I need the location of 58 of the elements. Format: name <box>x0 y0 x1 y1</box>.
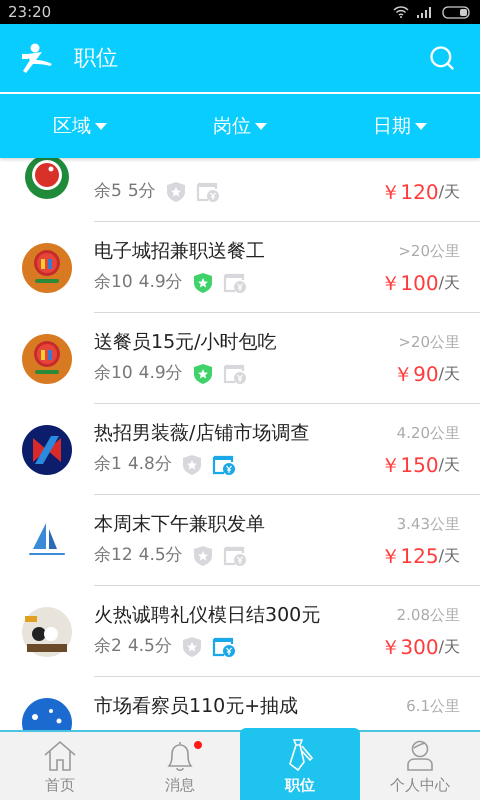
job-distance: 3.43公里 <box>396 514 460 535</box>
remaining-count: 余10 <box>94 362 133 386</box>
job-row[interactable]: 送餐员15元/小时包吃 >20公里 余10 4.9分 ￥90/天 <box>0 313 480 404</box>
price-unit: /天 <box>438 181 460 203</box>
search-button[interactable] <box>428 44 456 72</box>
job-distance: >20公里 <box>398 332 460 353</box>
status-time: 23:20 <box>8 2 52 23</box>
remaining-count: 余1 <box>94 453 122 476</box>
dropdown-caret-icon <box>95 122 107 130</box>
nav-tab[interactable]: 首页 <box>0 732 120 800</box>
nav-tab[interactable]: 个人中心 <box>360 732 480 800</box>
job-price: ￥90 <box>393 361 439 388</box>
home-icon <box>43 740 77 772</box>
header-title: 职位 <box>74 44 118 72</box>
job-rating: 4.8分 <box>128 453 172 476</box>
job-rating: 5分 <box>128 180 156 204</box>
job-title: 电子城招兼职送餐工 <box>94 238 265 264</box>
job-title: 本周末下午兼职发单 <box>94 512 265 537</box>
job-title: 送餐员15元/小时包吃 <box>94 330 277 355</box>
job-distance: 6.1公里 <box>406 696 460 717</box>
job-distance: >20公里 <box>398 240 460 262</box>
job-title: 热招男装薇/店铺市场调查 <box>94 420 310 446</box>
runner-logo-icon <box>20 42 54 74</box>
job-rating: 4.5分 <box>138 544 183 568</box>
job-rating: 4.9分 <box>138 271 183 294</box>
job-price: ￥100 <box>380 270 439 297</box>
battery-icon <box>442 6 472 18</box>
tie-icon <box>286 738 314 772</box>
job-distance: 2.08公里 <box>396 604 460 626</box>
job-row[interactable]: 余5 5分 ￥120/天 <box>0 158 480 222</box>
job-price: ￥150 <box>380 452 439 479</box>
job-price: ￥300 <box>380 634 439 661</box>
job-title: 火热诚聘礼仪模日结300元 <box>94 602 320 628</box>
dropdown-caret-icon <box>255 122 267 130</box>
job-title: 市场看察员110元+抽成 <box>94 694 298 719</box>
dropdown-caret-icon <box>415 122 427 130</box>
remaining-count: 余10 <box>94 271 133 294</box>
job-row[interactable]: 热招男装薇/店铺市场调查 4.20公里 余1 4.8分 ￥150/天 <box>0 404 480 495</box>
price-unit: /天 <box>438 454 460 476</box>
price-unit: /天 <box>438 636 460 658</box>
job-distance: 4.20公里 <box>396 422 460 444</box>
job-row[interactable]: 火热诚聘礼仪模日结300元 2.08公里 余2 4.5分 ￥300/天 <box>0 586 480 677</box>
price-unit: /天 <box>438 363 460 385</box>
job-rating: 4.5分 <box>128 635 172 658</box>
job-row[interactable]: 电子城招兼职送餐工 >20公里 余10 4.9分 ￥100/天 <box>0 222 480 313</box>
remaining-count: 余12 <box>94 544 133 568</box>
job-price: ￥120 <box>380 179 439 206</box>
remaining-count: 余5 <box>94 180 122 204</box>
price-unit: /天 <box>438 545 460 567</box>
person-icon <box>405 740 435 772</box>
price-unit: /天 <box>438 272 460 294</box>
job-row[interactable]: 本周末下午兼职发单 3.43公里 余12 4.5分 ￥125/天 <box>0 495 480 586</box>
signal-icon <box>417 6 434 18</box>
remaining-count: 余2 <box>94 635 122 658</box>
job-rating: 4.9分 <box>138 362 183 386</box>
wifi-icon <box>393 6 409 18</box>
job-price: ￥125 <box>380 543 439 570</box>
nav-tab[interactable]: 消息 <box>120 732 240 800</box>
